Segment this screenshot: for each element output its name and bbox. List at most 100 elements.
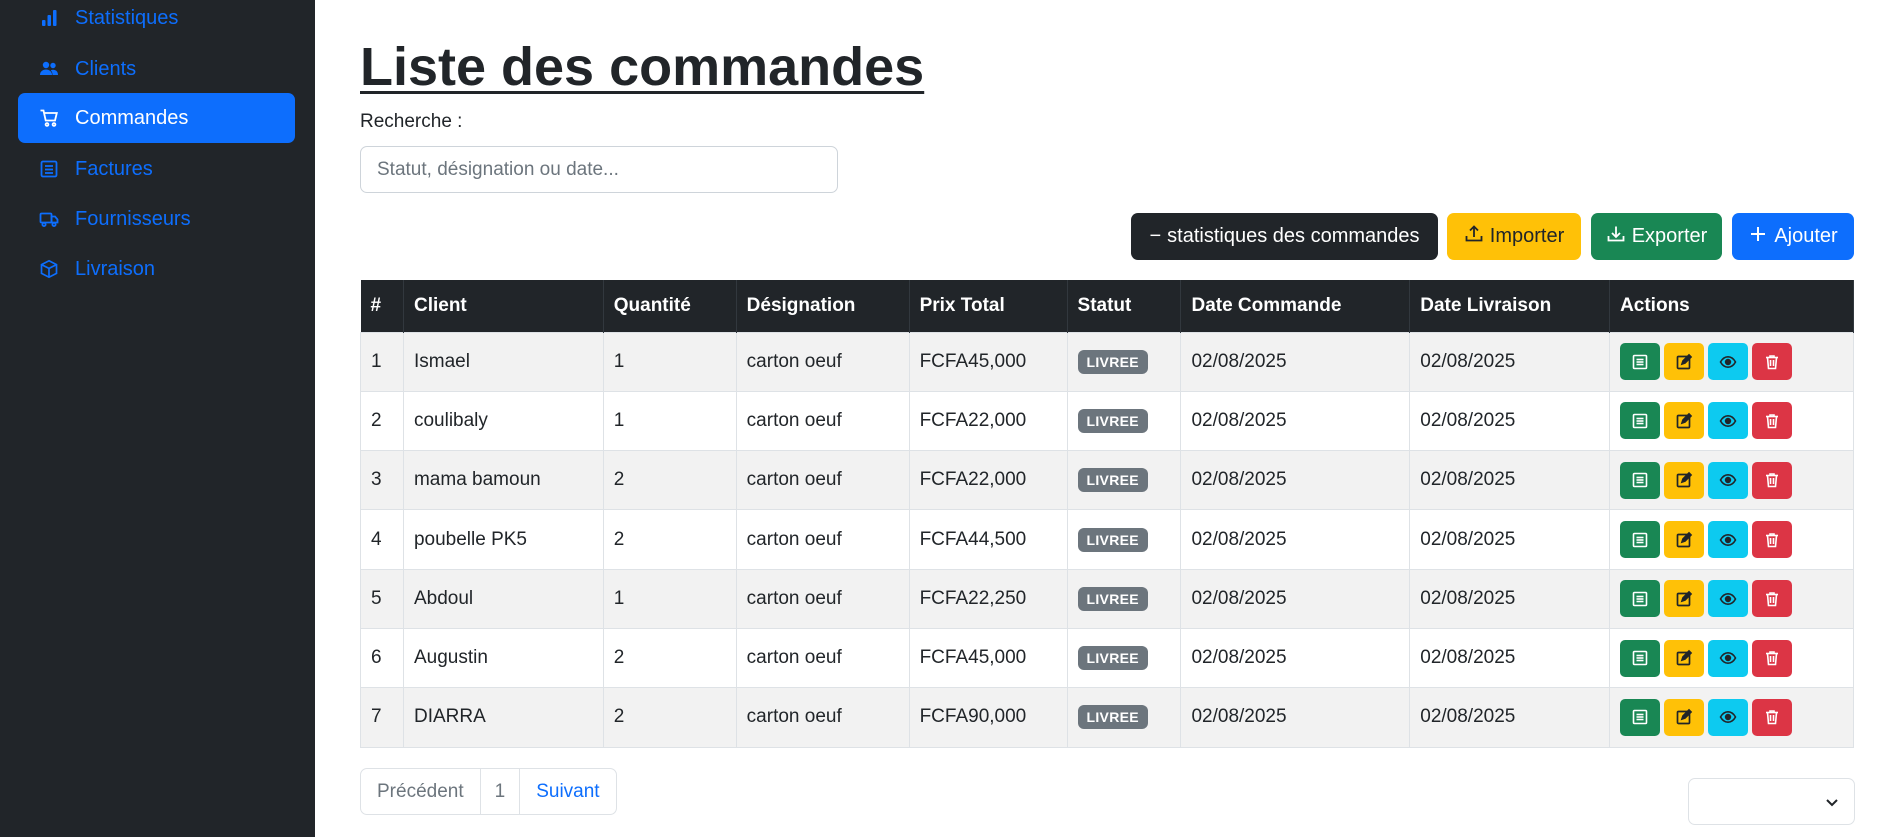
page-size-select[interactable] [1688,778,1855,825]
table-row: 6 Augustin 2 carton oeuf FCFA45,000 LIVREE 02/… [360,627,1854,689]
sidebar-item-factures[interactable]: Factures [18,144,295,194]
column-header[interactable]: Date Commande [1180,280,1411,332]
edit-icon [1675,412,1693,430]
edit-icon [1675,649,1693,667]
invoice-button[interactable] [1620,343,1661,381]
invoice-icon [38,158,60,180]
stats-toggle-button[interactable]: − statistiques des commandes [1131,213,1438,260]
column-header[interactable]: Prix Total [909,280,1068,332]
edit-button[interactable] [1664,639,1705,677]
delete-button[interactable] [1752,461,1793,499]
invoice-button[interactable] [1620,521,1661,559]
pagination-next[interactable]: Suivant [520,769,615,814]
eye-icon [1719,471,1737,489]
invoice-button[interactable] [1620,402,1661,440]
cell-date-commande: 02/08/2025 [1180,450,1411,511]
invoice-icon [1631,412,1649,430]
view-button[interactable] [1708,639,1749,677]
edit-button[interactable] [1664,461,1705,499]
edit-icon [1675,708,1693,726]
chevron-down-icon [1826,799,1838,807]
orders-table: # Client Quantité Désignation Prix Total… [360,280,1854,748]
pagination: Précédent 1 Suivant [360,768,617,815]
table-row: 5 Abdoul 1 carton oeuf FCFA22,250 LIVREE 02/08… [360,568,1854,629]
cell-price: FCFA22,000 [908,390,1068,452]
sidebar-item-statistiques[interactable]: Statistiques [18,0,295,43]
add-button[interactable]: Ajouter [1732,213,1854,260]
import-button[interactable]: Importer [1447,213,1581,260]
cart-icon [38,107,60,129]
sidebar-item-clients[interactable]: Clients [18,44,295,94]
cell-client: poubelle PK5 [402,509,604,570]
cell-qty: 1 [602,331,737,392]
edit-button[interactable] [1664,402,1705,440]
cell-qty: 1 [602,568,737,629]
cell-qty: 2 [602,450,737,511]
sidebar-item-commandes[interactable]: Commandes [18,93,295,143]
cell-date-livraison: 02/08/2025 [1409,509,1611,570]
delete-button[interactable] [1752,639,1793,677]
eye-icon [1719,531,1737,549]
cell-date-commande: 02/08/2025 [1180,390,1411,452]
view-button[interactable] [1708,402,1749,440]
edit-button[interactable] [1664,698,1705,736]
sidebar-item-fournisseurs[interactable]: Fournisseurs [18,194,295,244]
cell-status: LIVREE [1066,331,1182,392]
status-badge: LIVREE [1077,705,1148,730]
delete-button[interactable] [1752,580,1793,618]
view-button[interactable] [1708,521,1749,559]
cell-status: LIVREE [1066,450,1182,511]
edit-button[interactable] [1664,343,1705,381]
cell-id: 2 [360,390,404,452]
column-header[interactable]: Date Livraison [1409,280,1611,332]
delete-button[interactable] [1752,402,1793,440]
view-button[interactable] [1708,580,1749,618]
cell-client: Augustin [402,627,604,689]
cell-date-commande: 02/08/2025 [1180,687,1411,748]
cell-id: 5 [360,568,404,629]
column-header[interactable]: Désignation [736,280,910,332]
column-header[interactable]: Quantité [603,280,737,332]
eye-icon [1719,353,1737,371]
cell-client: coulibaly [402,390,604,452]
column-header[interactable]: Client [403,280,604,332]
cell-date-commande: 02/08/2025 [1180,568,1411,629]
cell-price: FCFA90,000 [908,687,1068,748]
column-header[interactable]: Statut [1067,280,1182,332]
search-label: Recherche : [360,111,463,132]
delete-button[interactable] [1752,698,1793,736]
truck-icon [38,208,60,230]
sidebar-item-livraison[interactable]: Livraison [18,244,295,294]
edit-button[interactable] [1664,521,1705,559]
column-header[interactable]: # [360,280,404,332]
cell-designation: carton oeuf [735,687,910,748]
cell-id: 4 [360,509,404,570]
cell-id: 7 [360,687,404,748]
invoice-icon [1631,708,1649,726]
table-row: 4 poubelle PK5 2 carton oeuf FCFA44,500 LIVRE… [360,509,1854,570]
delete-button[interactable] [1752,343,1793,381]
export-button[interactable]: Exporter [1591,213,1722,260]
view-button[interactable] [1708,698,1749,736]
search-input[interactable] [360,146,838,193]
cell-date-commande: 02/08/2025 [1180,509,1411,570]
box-icon [38,258,60,280]
pagination-page[interactable]: 1 [481,769,521,814]
cell-designation: carton oeuf [735,331,910,392]
invoice-button[interactable] [1620,698,1661,736]
edit-button[interactable] [1664,580,1705,618]
cell-date-livraison: 02/08/2025 [1409,568,1611,629]
eye-icon [1719,708,1737,726]
cell-designation: carton oeuf [735,568,910,629]
delete-button[interactable] [1752,521,1793,559]
invoice-button[interactable] [1620,639,1661,677]
cell-date-livraison: 02/08/2025 [1409,627,1611,689]
view-button[interactable] [1708,343,1749,381]
invoice-button[interactable] [1620,580,1661,618]
cell-client: DIARRA [402,687,604,748]
invoice-button[interactable] [1620,461,1661,499]
view-button[interactable] [1708,461,1749,499]
status-badge: LIVREE [1077,527,1148,552]
cell-id: 1 [360,331,404,392]
cell-actions [1609,331,1854,392]
